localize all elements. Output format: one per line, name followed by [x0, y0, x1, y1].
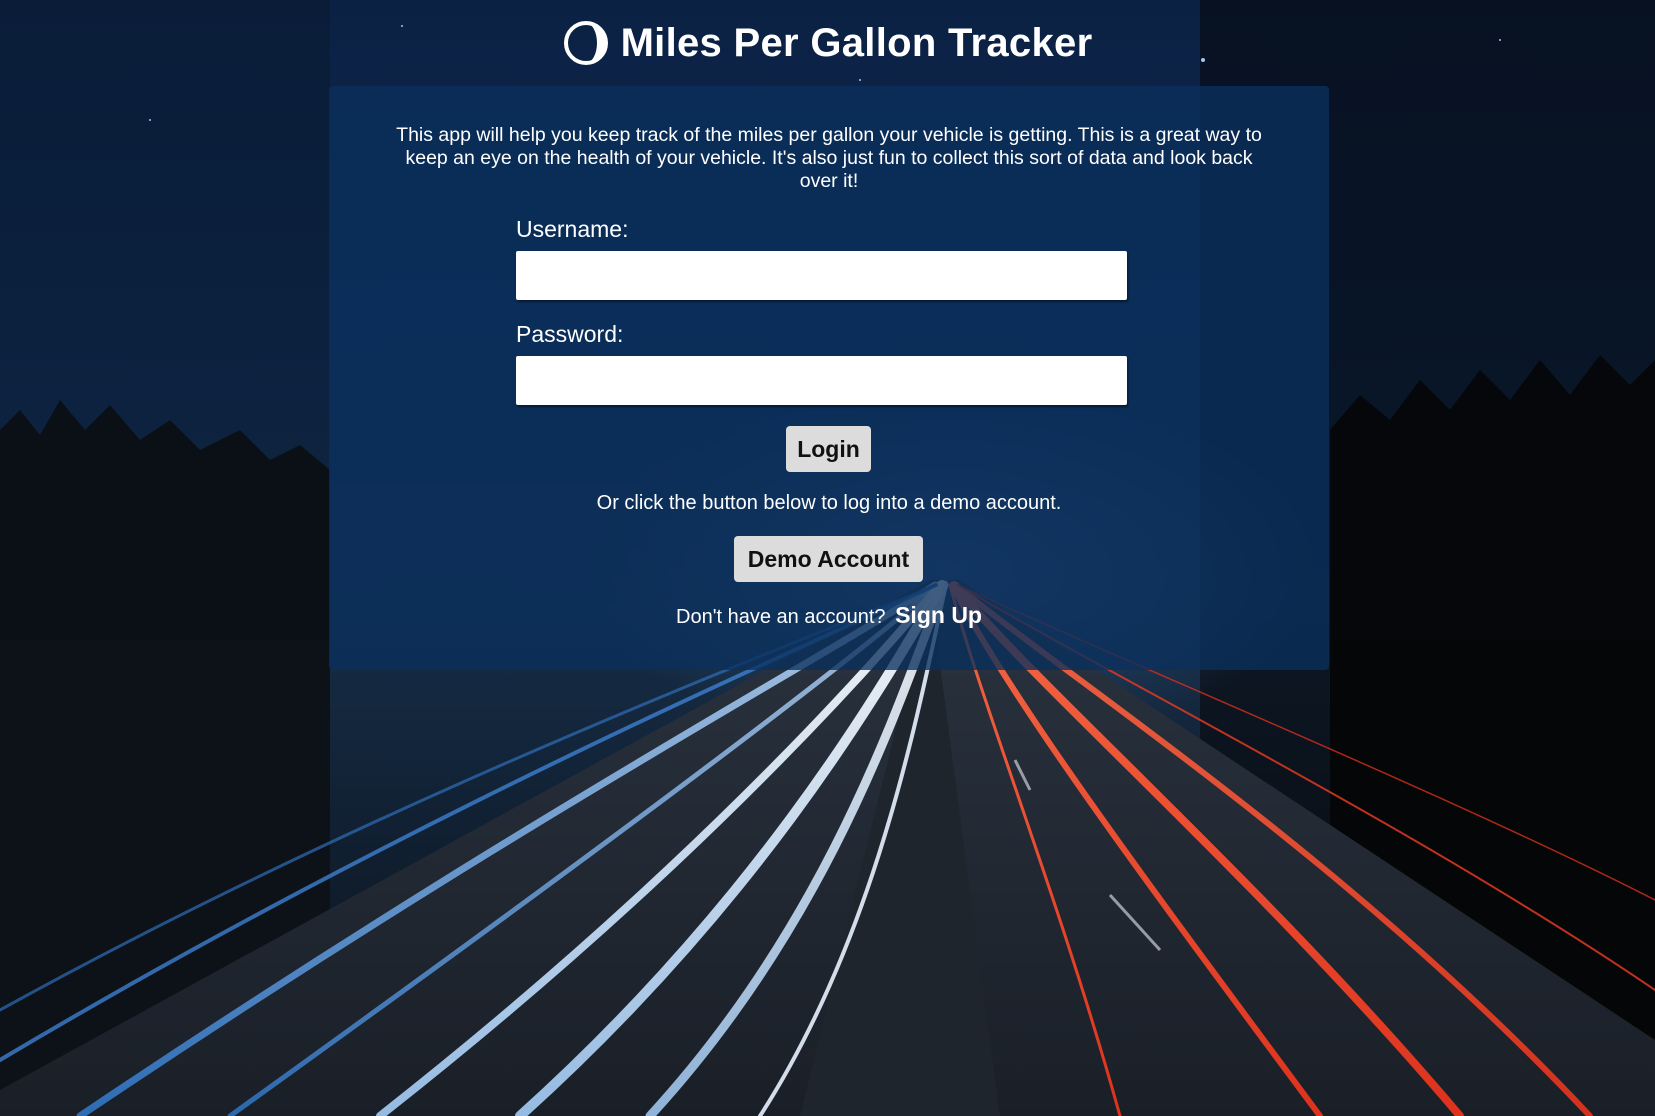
password-label: Password:: [516, 321, 624, 347]
username-input[interactable]: [516, 251, 1127, 300]
login-panel: This app will help you keep track of the…: [329, 86, 1329, 670]
demo-prompt: Or click the button below to log into a …: [596, 492, 1062, 514]
half-circle-logo-icon: [563, 21, 608, 65]
sign-up-link[interactable]: Sign Up: [895, 602, 982, 628]
signup-prompt: Don't have an account?: [676, 606, 886, 628]
username-label: Username:: [516, 216, 629, 242]
intro-text: This app will help you keep track of the…: [396, 124, 1262, 192]
demo-account-button[interactable]: Demo Account: [734, 536, 923, 582]
login-button[interactable]: Login: [786, 426, 871, 472]
signup-row: Don't have an account? Sign Up: [329, 602, 1329, 630]
app-header: Miles Per Gallon Tracker: [0, 18, 1655, 68]
app-title: Miles Per Gallon Tracker: [620, 21, 1093, 65]
password-input[interactable]: [516, 356, 1127, 405]
